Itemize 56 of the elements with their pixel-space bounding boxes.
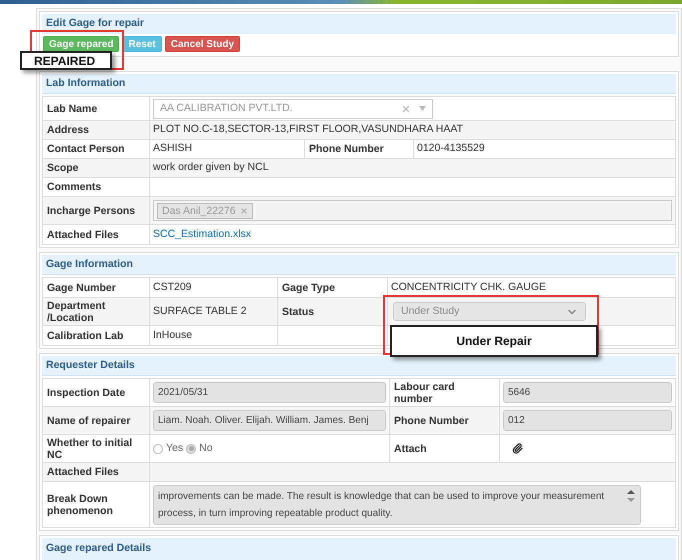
action-button[interactable]: Cancel Study [164, 36, 240, 52]
field-label: Name of repairer [47, 414, 130, 426]
scroll-arrows-icon [626, 488, 636, 502]
remove-icon[interactable] [240, 206, 248, 214]
radio-label: No [199, 440, 213, 456]
breakdown-textarea[interactable]: improvements can be made. The result is knowledge that can be used to improve your measurement process, in turn improving repeatable product quality. [153, 484, 641, 524]
callout-label: Under Repair [390, 325, 598, 357]
field-label: Status [282, 306, 314, 318]
field-value: CONCENTRICITY CHK. GAUGE [391, 280, 546, 295]
field-label: Labour card number [394, 380, 456, 404]
field-label: Phone Number [309, 143, 384, 155]
paperclip-icon[interactable] [512, 443, 523, 454]
field-label: Department /Location [47, 300, 106, 324]
input-field[interactable]: 012 [503, 410, 672, 431]
field-label: Attached Files [47, 228, 119, 240]
field-label: Incharge Persons [47, 204, 136, 216]
lab-select[interactable]: AA CALIBRATION PVT.LTD. [153, 98, 433, 118]
field-label: Whether to initial NC [47, 436, 134, 460]
field-label: Calibration Lab [47, 330, 124, 342]
field-value: InHouse [153, 328, 192, 343]
field-label: Address [47, 124, 90, 136]
callout-label: REPAIRED [20, 51, 112, 70]
field-value: ASHISH [153, 141, 192, 156]
field-label: Gage Number [47, 282, 116, 294]
field-label: Phone Number [394, 414, 469, 426]
textarea-text: improvements can be made. The result is knowledge that can be used to improve your measurement process, in turn improving repeatable product quality. [158, 490, 606, 520]
field-label: Break Down phenomenon [47, 492, 114, 516]
section-header: Lab Information [42, 74, 676, 94]
person-tag: Das Anil_22276 [157, 202, 253, 218]
section-header: Gage repared Details [42, 538, 676, 560]
input-field[interactable]: 5646 [503, 382, 672, 403]
field-label: Inspection Date [47, 386, 126, 398]
field-value: SURFACE TABLE 2 [153, 304, 247, 319]
field-label: Comments [47, 181, 102, 193]
radio-button[interactable] [186, 444, 196, 454]
field-label: Scope [47, 162, 79, 174]
caret-icon [419, 106, 426, 111]
input-field[interactable]: Liam. Noah. Oliver. Elijah. William. James. Benj [153, 410, 386, 431]
field-value: PLOT NO.C-18,SECTOR-13,FIRST FLOOR,VASUNDHARA HAAT [153, 122, 464, 138]
field-value: 0120-4135529 [417, 141, 485, 156]
field-label: Gage Type [282, 282, 335, 294]
section-header: Gage Information [42, 255, 676, 275]
radio-label: Yes [166, 440, 184, 456]
radio-button[interactable] [153, 444, 163, 454]
status-select[interactable]: Under Study [393, 302, 586, 321]
field-value: CST209 [153, 280, 192, 295]
field-label: Lab Name [47, 102, 98, 114]
field-label: Attached Files [47, 466, 119, 478]
input-field[interactable]: 2021/05/31 [153, 382, 386, 403]
clear-icon[interactable] [401, 104, 411, 114]
field-label: Contact Person [47, 143, 125, 155]
section-header: Edit Gage for repair [42, 14, 676, 34]
field-label: Attach [394, 442, 427, 454]
file-link[interactable]: SCC_Estimation.xlsx [153, 226, 252, 242]
section-header: Requester Details [42, 356, 676, 376]
field-value: work order given by NCL [153, 160, 269, 176]
